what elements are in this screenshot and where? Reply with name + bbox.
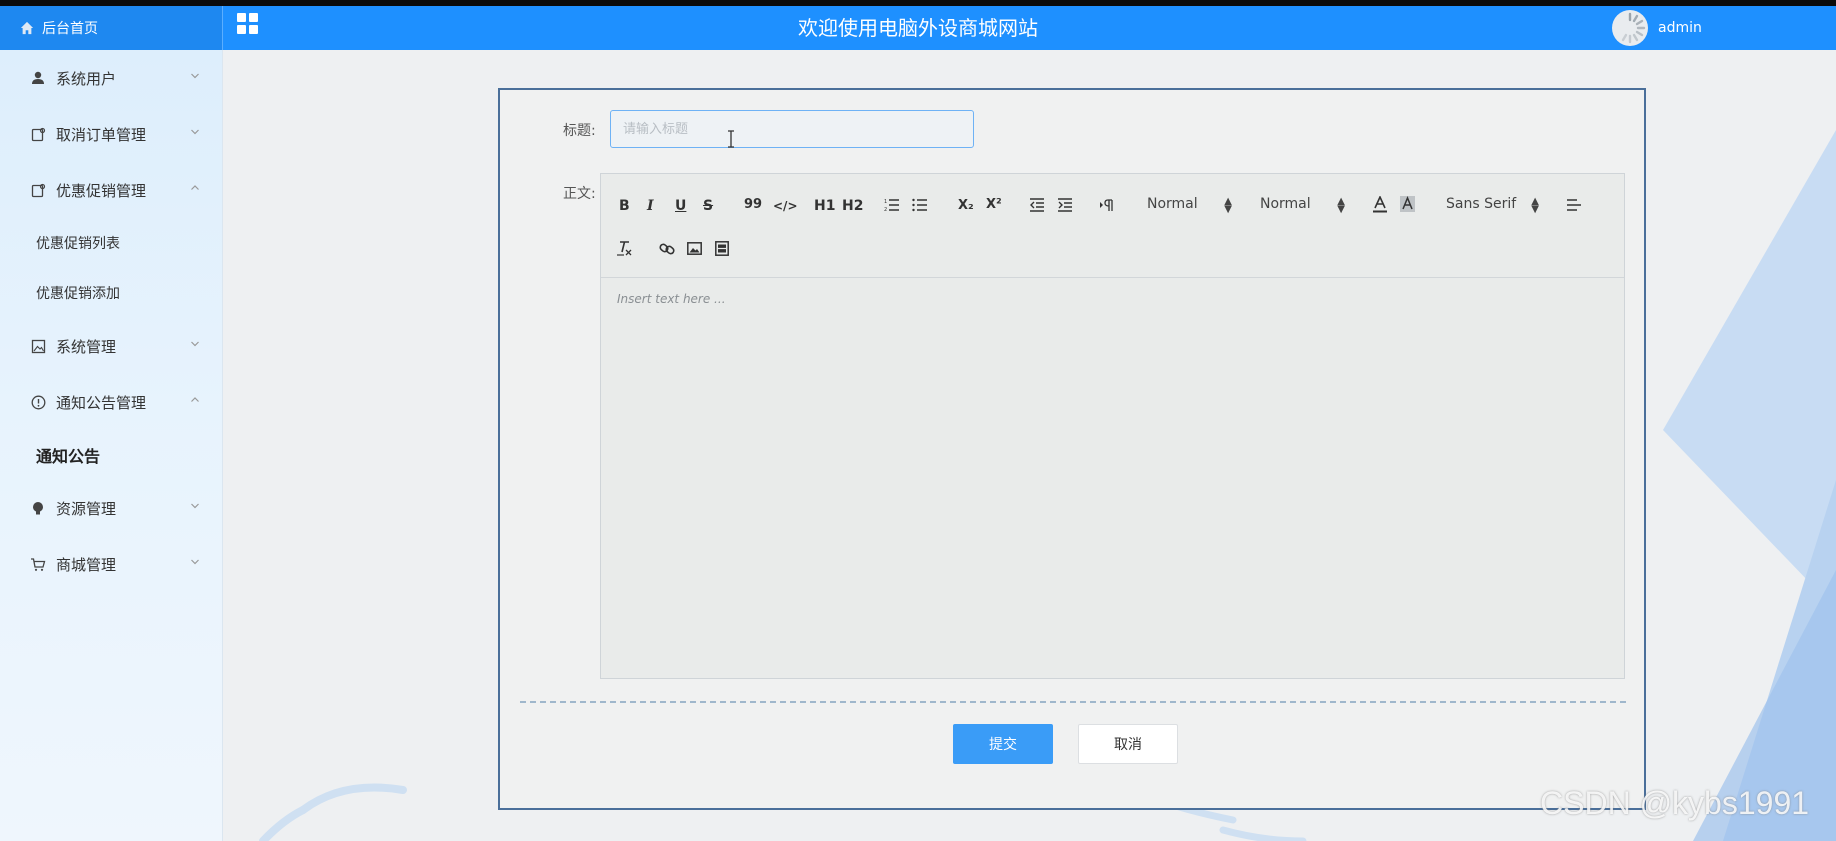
sidebar-item-resources[interactable]: 资源管理 xyxy=(0,480,222,536)
text-direction-icon[interactable] xyxy=(1099,198,1115,212)
image-insert-icon[interactable] xyxy=(687,242,702,255)
title-label: 标题: xyxy=(563,123,596,139)
rich-text-editor: B I U S 99 </> H1 H2 12 X₂ X² Normal ▲▼ xyxy=(600,173,1625,679)
sidebar-item-system-management[interactable]: 系统管理 xyxy=(0,318,222,374)
italic-button[interactable]: I xyxy=(647,197,654,215)
background-color-icon[interactable] xyxy=(1400,196,1415,212)
text-cursor-icon xyxy=(728,130,734,148)
chevron-down-icon xyxy=(191,129,199,135)
sidebar-item-label: 优惠促销管理 xyxy=(56,181,147,200)
header-picker[interactable]: Normal ▲ ▼ xyxy=(1260,196,1345,215)
ordered-list-icon[interactable]: 12 xyxy=(884,198,900,212)
cancel-button[interactable]: 取消 xyxy=(1078,724,1178,764)
chevron-down-icon xyxy=(191,503,199,509)
sidebar-item-label: 系统用户 xyxy=(56,69,117,88)
font-color-icon[interactable] xyxy=(1373,196,1387,213)
sidebar-item-label: 取消订单管理 xyxy=(56,125,147,144)
sidebar-subitem-promotion-list[interactable]: 优惠促销列表 xyxy=(0,218,222,268)
sidebar-item-cancel-orders[interactable]: 取消订单管理 xyxy=(0,106,222,162)
chevron-down-icon xyxy=(191,559,199,565)
tag-icon xyxy=(31,183,45,197)
bold-button[interactable]: B xyxy=(619,197,630,215)
chevron-up-icon xyxy=(191,185,199,190)
title-input[interactable] xyxy=(610,110,974,148)
updown-icon: ▲ ▼ xyxy=(1531,196,1539,215)
subscript-button[interactable]: X₂ xyxy=(958,197,974,215)
page-title: 欢迎使用电脑外设商城网站 xyxy=(798,16,1038,40)
updown-icon: ▲ ▼ xyxy=(1224,196,1232,215)
sidebar-item-notices[interactable]: 通知公告管理 xyxy=(0,374,222,430)
cart-icon xyxy=(31,557,46,571)
user-menu[interactable]: admin xyxy=(1612,10,1702,46)
sidebar-item-label: 通知公告管理 xyxy=(56,393,147,412)
sidebar: 系统用户 取消订单管理 优惠促销管理 优惠促销列表 优惠促销添加 系统管理 通知… xyxy=(0,50,223,841)
sidebar-subitem-notice[interactable]: 通知公告 xyxy=(0,430,222,480)
indent-icon[interactable] xyxy=(1057,198,1073,212)
align-icon[interactable] xyxy=(1566,198,1582,212)
h2-button[interactable]: H2 xyxy=(842,197,863,215)
blockquote-button[interactable]: 99 xyxy=(744,196,762,214)
sidebar-item-label: 资源管理 xyxy=(56,499,117,518)
chevron-down-icon xyxy=(191,73,199,79)
chevron-up-icon xyxy=(191,397,199,402)
code-button[interactable]: </> xyxy=(773,197,798,215)
outdent-icon[interactable] xyxy=(1029,198,1045,212)
h1-button[interactable]: H1 xyxy=(814,197,835,215)
clear-format-icon[interactable] xyxy=(617,240,633,256)
form-divider xyxy=(520,701,1626,703)
info-circle-icon xyxy=(31,395,45,409)
size-picker-value: Normal xyxy=(1147,196,1198,212)
sidebar-item-system-users[interactable]: 系统用户 xyxy=(0,50,222,106)
underline-button[interactable]: U xyxy=(675,197,686,215)
bulb-icon xyxy=(33,501,43,514)
image-icon xyxy=(31,339,45,353)
bullet-list-icon[interactable] xyxy=(912,198,928,212)
editor-toolbar: B I U S 99 </> H1 H2 12 X₂ X² Normal ▲▼ xyxy=(601,174,1624,278)
header-picker-value: Normal xyxy=(1260,196,1311,212)
svg-text:2: 2 xyxy=(884,207,887,212)
updown-icon: ▲ ▼ xyxy=(1337,196,1345,215)
sidebar-item-label: 商城管理 xyxy=(56,555,117,574)
loading-avatar-icon xyxy=(1621,12,1646,44)
strike-button[interactable]: S xyxy=(703,197,713,215)
svg-text:1: 1 xyxy=(884,199,887,205)
top-header: 后台首页 欢迎使用电脑外设商城网站 admin xyxy=(0,6,1836,50)
sidebar-subitem-promotion-add[interactable]: 优惠促销添加 xyxy=(0,268,222,318)
avatar xyxy=(1612,10,1648,46)
submit-button[interactable]: 提交 xyxy=(953,724,1053,764)
user-icon xyxy=(32,71,44,84)
size-picker[interactable]: Normal ▲ ▼ xyxy=(1147,196,1232,215)
sidebar-item-promotions[interactable]: 优惠促销管理 xyxy=(0,162,222,218)
font-picker-value: Sans Serif xyxy=(1446,196,1517,212)
superscript-button[interactable]: X² xyxy=(986,196,1002,214)
sidebar-item-label: 系统管理 xyxy=(56,337,117,356)
chevron-down-icon xyxy=(191,341,199,347)
link-icon[interactable] xyxy=(659,242,675,256)
editor-body[interactable]: Insert text here ... xyxy=(601,278,1624,678)
body-label: 正文: xyxy=(563,186,596,202)
tag-icon xyxy=(31,127,45,141)
sidebar-item-mall[interactable]: 商城管理 xyxy=(0,536,222,592)
watermark: CSDN @kybs1991 xyxy=(1540,785,1810,821)
editor-placeholder: Insert text here ... xyxy=(617,292,726,306)
font-picker[interactable]: Sans Serif ▲ ▼ xyxy=(1446,196,1539,215)
username: admin xyxy=(1658,20,1702,36)
video-insert-icon[interactable] xyxy=(715,241,729,256)
